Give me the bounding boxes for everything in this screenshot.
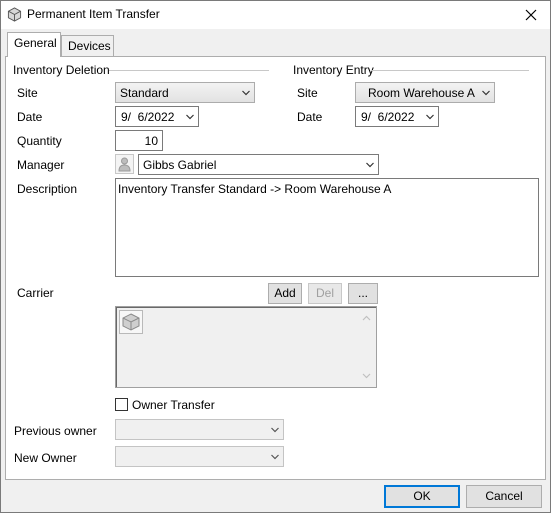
description-label: Description (17, 182, 78, 196)
quantity-input[interactable]: 10 (115, 130, 163, 151)
person-icon (118, 157, 131, 172)
title-bar: Permanent Item Transfer (1, 1, 550, 29)
deletion-site-select[interactable]: Standard (115, 82, 255, 103)
carrier-list-scrollbar[interactable] (358, 308, 375, 386)
owner-transfer-checkbox[interactable] (115, 398, 128, 411)
chevron-down-icon (242, 90, 250, 96)
previous-owner-label: Previous owner (14, 424, 97, 438)
chevron-up-icon (362, 315, 371, 321)
chevron-down-icon (426, 114, 434, 120)
carrier-list-item[interactable] (119, 310, 143, 334)
tab-general-label: General (14, 36, 57, 50)
ok-button-label: OK (413, 489, 431, 503)
dialog-window: Permanent Item Transfer General Devices … (0, 0, 551, 513)
tab-devices-label: Devices (68, 39, 111, 53)
manager-value: Gibbs Gabriel (143, 158, 217, 172)
box-icon (122, 313, 140, 331)
entry-date-value: 9/ 6/2022 (361, 110, 415, 124)
tab-general[interactable]: General (7, 32, 61, 57)
add-carrier-button[interactable]: Add (268, 283, 302, 304)
quantity-value: 10 (144, 134, 158, 148)
delete-carrier-button[interactable]: Del (308, 283, 342, 304)
owner-transfer-label: Owner Transfer (132, 398, 215, 412)
group-divider (109, 70, 269, 71)
deletion-date-picker[interactable]: 9/ 6/2022 (115, 106, 199, 127)
entry-site-label: Site (297, 86, 318, 100)
chevron-down-icon (482, 90, 490, 96)
close-icon (525, 9, 537, 21)
carrier-list[interactable] (115, 306, 377, 388)
deletion-site-label: Site (17, 86, 38, 100)
deletion-date-label: Date (17, 110, 43, 124)
manager-label: Manager (17, 158, 65, 172)
previous-owner-select[interactable] (115, 419, 284, 440)
manager-lookup-button[interactable] (115, 154, 134, 174)
chevron-down-icon (271, 427, 279, 433)
deletion-site-value: Standard (120, 86, 169, 100)
ok-button[interactable]: OK (384, 485, 460, 508)
close-button[interactable] (520, 5, 542, 25)
group-divider (371, 70, 529, 71)
inventory-entry-heading: Inventory Entry (293, 63, 374, 77)
description-textarea[interactable]: Inventory Transfer Standard -> Room Ware… (115, 178, 539, 277)
carrier-label: Carrier (17, 286, 54, 300)
entry-date-picker[interactable]: 9/ 6/2022 (355, 106, 439, 127)
new-owner-select[interactable] (115, 446, 284, 467)
inventory-deletion-heading: Inventory Deletion (13, 63, 110, 77)
chevron-down-icon (271, 454, 279, 460)
cancel-button-label: Cancel (485, 489, 523, 503)
more-button-label: ... (357, 286, 368, 300)
deletion-date-value: 9/ 6/2022 (121, 110, 175, 124)
more-carrier-button[interactable]: ... (348, 283, 378, 304)
new-owner-label: New Owner (14, 451, 77, 465)
quantity-label: Quantity (17, 134, 62, 148)
entry-site-select[interactable]: Room Warehouse A (355, 82, 495, 103)
chevron-down-icon (186, 114, 194, 120)
entry-date-label: Date (297, 110, 323, 124)
del-button-label: Del (315, 286, 334, 300)
manager-select[interactable]: Gibbs Gabriel (138, 154, 379, 175)
box-icon (7, 7, 22, 22)
add-button-label: Add (274, 286, 296, 300)
description-value: Inventory Transfer Standard -> Room Ware… (118, 182, 392, 196)
entry-site-value: Room Warehouse A (368, 86, 475, 100)
chevron-down-icon (366, 162, 374, 168)
cancel-button[interactable]: Cancel (466, 485, 542, 508)
chevron-down-icon (362, 373, 371, 379)
window-title: Permanent Item Transfer (27, 7, 160, 21)
tab-devices[interactable]: Devices (61, 35, 114, 57)
